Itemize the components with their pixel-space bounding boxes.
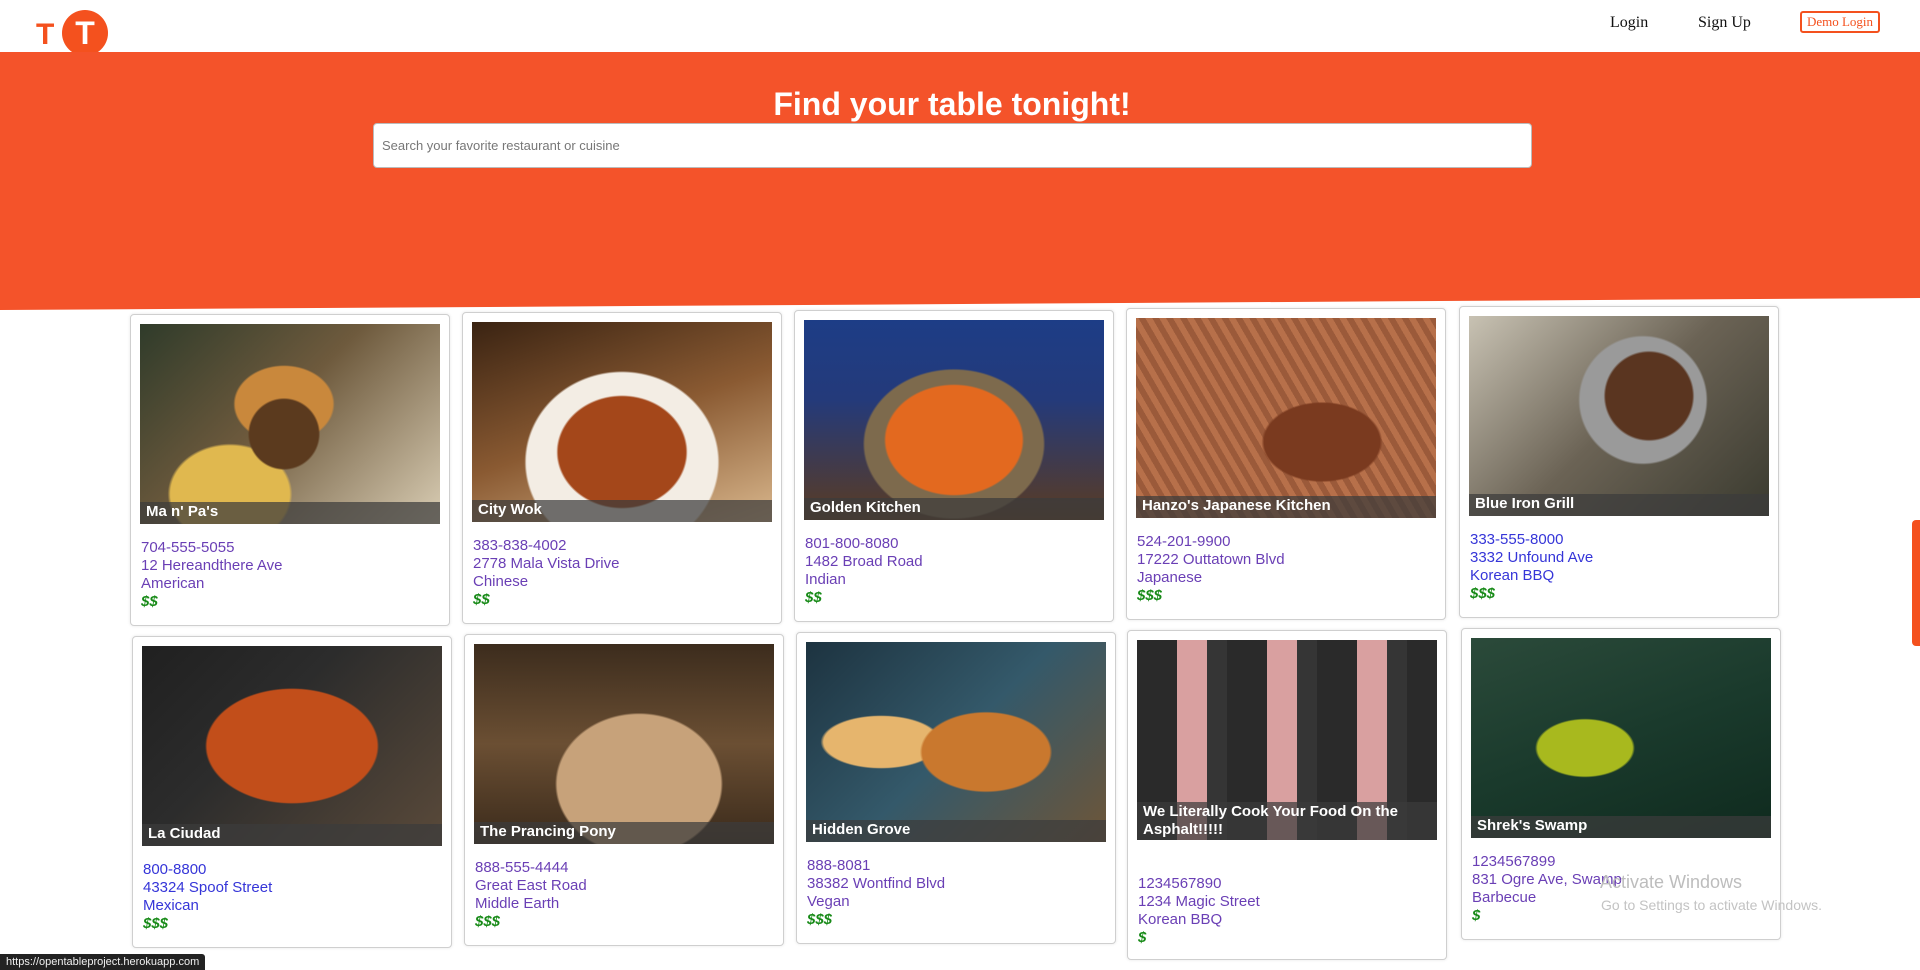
restaurant-info: 524-201-9900 17222 Outtatown Blvd Japanese…	[1137, 533, 1285, 605]
logo-circle-icon: T	[62, 10, 108, 56]
restaurant-phone: 888-8081	[807, 857, 871, 874]
restaurant-name[interactable]: City Wok	[472, 500, 772, 522]
restaurant-image[interactable]: Blue Iron Grill	[1469, 316, 1769, 516]
restaurant-price: $$	[141, 593, 158, 610]
search-input[interactable]	[373, 123, 1532, 168]
restaurant-name[interactable]: Hidden Grove	[806, 820, 1106, 842]
restaurant-price: $$$	[807, 911, 833, 928]
restaurant-address: Great East Road	[475, 877, 587, 894]
restaurant-name[interactable]: La Ciudad	[142, 824, 442, 846]
restaurant-card[interactable]: Ma n' Pa's 704-555-5055 12 Hereandthere Av…	[130, 314, 450, 626]
restaurant-cuisine: Korean BBQ	[1138, 911, 1223, 928]
restaurant-price: $$$	[1137, 587, 1163, 604]
restaurant-image[interactable]: Ma n' Pa's	[140, 324, 440, 524]
navbar: T T Login Sign Up Demo Login	[0, 0, 1920, 56]
restaurant-name[interactable]: The Prancing Pony	[474, 822, 774, 844]
restaurant-info: 1234567890 1234 Magic Street Korean BBQ $	[1138, 875, 1260, 947]
restaurant-info: 704-555-5055 12 Hereandthere Ave American $…	[141, 539, 283, 611]
restaurant-address: 2778 Mala Vista Drive	[473, 555, 620, 572]
restaurant-price: $$	[473, 591, 490, 608]
restaurant-image[interactable]: We Literally Cook Your Food On the Aspha…	[1137, 640, 1437, 840]
signup-link[interactable]: Sign Up	[1698, 14, 1751, 32]
restaurant-phone: 800-8800	[143, 861, 207, 878]
restaurant-cuisine: Mexican	[143, 897, 199, 914]
restaurant-card[interactable]: Blue Iron Grill 333-555-8000 3332 Unfound …	[1459, 306, 1779, 618]
restaurant-cuisine: Vegan	[807, 893, 850, 910]
login-link[interactable]: Login	[1610, 14, 1648, 32]
swamp-ogre-photo	[1471, 638, 1771, 838]
restaurant-price: $$$	[143, 915, 169, 932]
restaurant-image[interactable]: Shrek's Swamp	[1471, 638, 1771, 838]
restaurant-card[interactable]: La Ciudad 800-8800 43324 Spoof Street Mexic…	[132, 636, 452, 948]
restaurant-name[interactable]: We Literally Cook Your Food On the Aspha…	[1137, 802, 1437, 840]
restaurant-address: 1482 Broad Road	[805, 553, 923, 570]
restaurant-phone: 1234567899	[1472, 853, 1556, 870]
burger-fries-photo	[140, 324, 440, 524]
restaurant-phone: 704-555-5055	[141, 539, 235, 556]
restaurant-card[interactable]: Hanzo's Japanese Kitchen 524-201-9900 1722…	[1126, 308, 1446, 620]
restaurant-address: 1234 Magic Street	[1138, 893, 1260, 910]
restaurant-address: 12 Hereandthere Ave	[141, 557, 283, 574]
restaurant-image[interactable]: The Prancing Pony	[474, 644, 774, 844]
restaurant-image[interactable]: Hanzo's Japanese Kitchen	[1136, 318, 1436, 518]
restaurant-card[interactable]: Hidden Grove 888-8081 38382 Wontfind Blvd V…	[796, 632, 1116, 944]
restaurant-name[interactable]: Hanzo's Japanese Kitchen	[1136, 496, 1436, 518]
restaurant-address: 38382 Wontfind Blvd	[807, 875, 946, 892]
curry-pot-photo	[804, 320, 1104, 520]
restaurant-phone: 1234567890	[1138, 875, 1222, 892]
restaurant-phone: 333-555-8000	[1470, 531, 1564, 548]
korean-grill-photo	[1469, 316, 1769, 516]
restaurant-info: 888-555-4444 Great East Road Middle Earth $…	[475, 859, 587, 931]
restaurant-image[interactable]: Hidden Grove	[806, 642, 1106, 842]
restaurant-card[interactable]: Golden Kitchen 801-800-8080 1482 Broad Roa…	[794, 310, 1114, 622]
restaurant-price: $	[1472, 907, 1481, 924]
restaurant-name[interactable]: Ma n' Pa's	[140, 502, 440, 524]
restaurant-phone: 801-800-8080	[805, 535, 899, 552]
unagi-box-photo	[1136, 318, 1436, 518]
demo-login-button[interactable]: Demo Login	[1800, 11, 1880, 33]
restaurant-price: $	[1138, 929, 1147, 946]
restaurant-info: 800-8800 43324 Spoof Street Mexican $$$	[143, 861, 272, 933]
orange-chicken-photo	[472, 322, 772, 522]
restaurant-cuisine: American	[141, 575, 205, 592]
restaurant-info: 801-800-8080 1482 Broad Road Indian $$	[805, 535, 923, 607]
restaurant-name[interactable]: Blue Iron Grill	[1469, 494, 1769, 516]
restaurant-phone: 888-555-4444	[475, 859, 569, 876]
restaurant-cuisine: Korean BBQ	[1470, 567, 1555, 584]
restaurant-image[interactable]: Golden Kitchen	[804, 320, 1104, 520]
restaurant-name[interactable]: Shrek's Swamp	[1471, 816, 1771, 838]
status-url: https://opentableproject.herokuapp.com	[0, 954, 206, 970]
restaurant-phone: 524-201-9900	[1137, 533, 1231, 550]
activate-windows-subtitle: Go to Settings to activate Windows.	[1601, 897, 1822, 913]
restaurant-phone: 383-838-4002	[473, 537, 567, 554]
logo-letter-small: T	[36, 18, 55, 51]
restaurant-cuisine: Chinese	[473, 573, 529, 590]
restaurant-card[interactable]: Shrek's Swamp 1234567899 831 Ogre Ave, Swa…	[1461, 628, 1781, 940]
restaurant-card[interactable]: The Prancing Pony 888-555-4444 Great East …	[464, 634, 784, 946]
restaurant-image[interactable]: City Wok	[472, 322, 772, 522]
restaurant-info: 383-838-4002 2778 Mala Vista Drive Chinese…	[473, 537, 619, 609]
restaurant-info: 888-8081 38382 Wontfind Blvd Vegan $$$	[807, 857, 945, 929]
birria-tacos-photo	[142, 646, 442, 846]
restaurant-cuisine: Indian	[805, 571, 846, 588]
logo[interactable]: T T	[36, 10, 108, 56]
hero-title: Find your table tonight!	[773, 86, 1131, 122]
restaurant-cuisine: Middle Earth	[475, 895, 560, 912]
scrollbar-thumb[interactable]	[1912, 520, 1920, 646]
activate-windows-title: Activate Windows	[1600, 872, 1743, 892]
restaurant-price: $$$	[1470, 585, 1496, 602]
restaurant-info: 333-555-8000 3332 Unfound Ave Korean BBQ $$…	[1470, 531, 1593, 603]
restaurant-image[interactable]: La Ciudad	[142, 646, 442, 846]
restaurant-address: 43324 Spoof Street	[143, 879, 273, 896]
restaurant-price: $$	[805, 589, 822, 606]
vegan-burger-photo	[806, 642, 1106, 842]
restaurant-name[interactable]: Golden Kitchen	[804, 498, 1104, 520]
restaurant-address: 3332 Unfound Ave	[1470, 549, 1594, 566]
restaurant-card[interactable]: City Wok 383-838-4002 2778 Mala Vista Driv…	[462, 312, 782, 624]
restaurant-card[interactable]: We Literally Cook Your Food On the Aspha…	[1127, 630, 1447, 960]
restaurant-address: 17222 Outtatown Blvd	[1137, 551, 1285, 568]
restaurant-price: $$$	[475, 913, 501, 930]
restaurant-cuisine: Japanese	[1137, 569, 1203, 586]
feast-table-photo	[474, 644, 774, 844]
